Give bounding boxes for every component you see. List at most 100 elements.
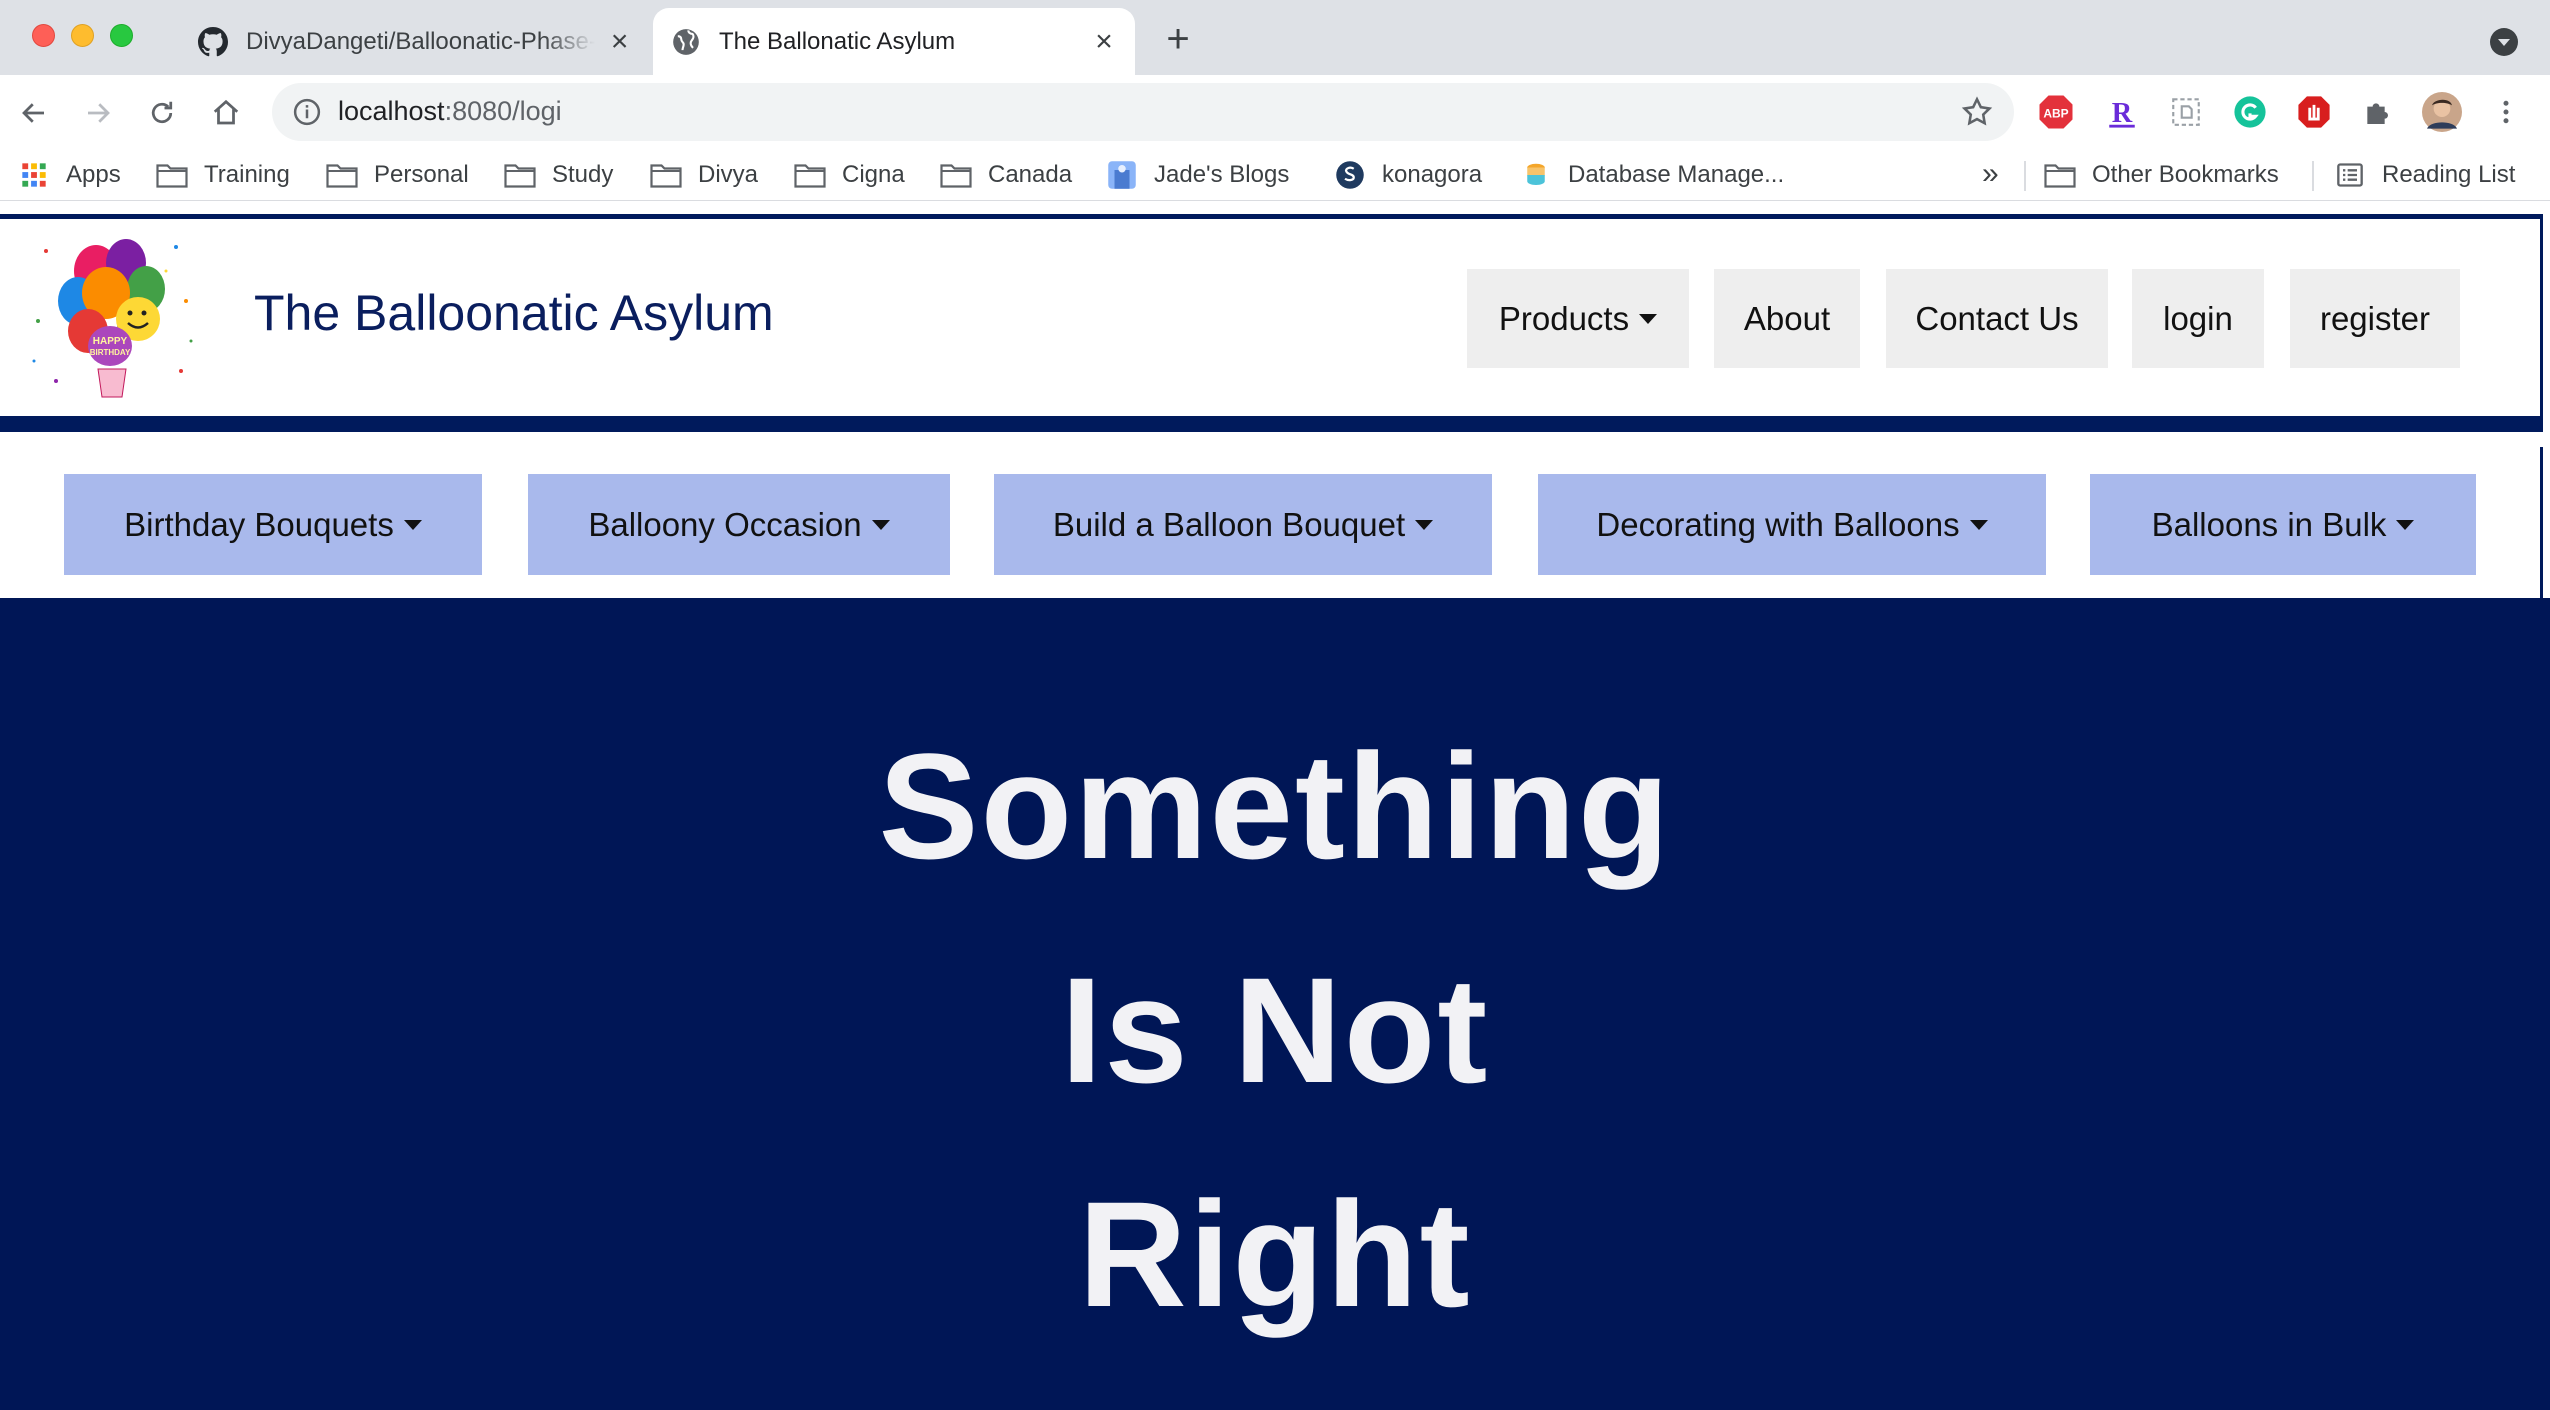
category-nav: Birthday Bouquets Balloony Occasion Buil… (0, 447, 2543, 600)
adblock-plus-icon[interactable]: ABP (2036, 92, 2076, 132)
bookmarks-overflow-chevron[interactable]: » (1982, 157, 1999, 191)
tab-github[interactable]: DivyaDangeti/Balloonatic-Phase-2 × (180, 8, 650, 75)
reading-list-button[interactable]: Reading List (2334, 159, 2515, 191)
products-dropdown-button[interactable]: Products (1467, 269, 1689, 368)
reload-icon[interactable] (142, 93, 182, 133)
bookmark-apps[interactable]: Apps (18, 159, 121, 191)
site-title[interactable]: The Balloonatic Asylum (254, 284, 774, 342)
login-label: login (2163, 299, 2233, 337)
url-path: :8080/logi (444, 96, 562, 126)
tab-search-chevron-icon[interactable] (2490, 28, 2518, 56)
forward-arrow-icon[interactable] (78, 93, 118, 133)
bookmark-other-bookmarks[interactable]: Other Bookmarks (2044, 159, 2279, 191)
folder-icon (2044, 161, 2076, 189)
error-heading-line-1: Something (878, 722, 1672, 890)
error-heading-line-3: Right (1078, 1170, 1472, 1338)
tab-ballonatic[interactable]: The Ballonatic Asylum × (653, 8, 1135, 75)
svg-text:BIRTHDAY: BIRTHDAY (90, 348, 131, 357)
bookmark-database-manage[interactable]: Database Manage... (1520, 159, 1784, 191)
folder-icon (326, 161, 358, 189)
screenshot-extension-icon[interactable] (2166, 92, 2206, 132)
site-info-icon[interactable] (292, 97, 322, 127)
tab-title: DivyaDangeti/Balloonatic-Phase-2 (246, 27, 596, 55)
bookmark-label: Jade's Blogs (1154, 161, 1290, 188)
category-label: Build a Balloon Bouquet (1052, 505, 1406, 543)
category-decorating-with-balloons[interactable]: Decorating with Balloons (1538, 474, 2046, 575)
products-label: Products (1498, 299, 1630, 337)
register-label: register (2319, 299, 2431, 337)
bookmark-label: Apps (66, 161, 121, 188)
page-viewport: HAPPY BIRTHDAY The Balloonatic Asylum Pr… (0, 202, 2550, 1410)
category-label: Birthday Bouquets (124, 505, 394, 543)
balloon-bouquet-logo[interactable]: HAPPY BIRTHDAY (26, 231, 198, 403)
browser-toolbar: localhost:8080/logi ABP R (0, 75, 2550, 149)
bookmark-folder-divya[interactable]: Divya (650, 159, 758, 191)
database-icon (1520, 161, 1552, 189)
caret-down-icon (2396, 519, 2415, 530)
bookmark-star-icon[interactable] (1960, 95, 1994, 129)
caret-down-icon (1415, 519, 1434, 530)
category-label: Balloony Occasion (588, 505, 862, 543)
folder-icon (156, 161, 188, 189)
bookmark-folder-cigna[interactable]: Cigna (794, 159, 905, 191)
bookmark-label: konagora (1382, 161, 1483, 188)
window-zoom-button[interactable] (110, 24, 133, 47)
caret-down-icon (1639, 313, 1658, 324)
url-host: localhost (338, 96, 445, 126)
caret-down-icon (403, 519, 422, 530)
contact-label: Contact Us (1915, 299, 2079, 337)
github-icon (198, 26, 228, 57)
bookmarks-divider (2312, 161, 2314, 191)
stop-extension-icon[interactable] (2294, 92, 2334, 132)
globe-icon (671, 27, 701, 57)
bookmark-label: Divya (698, 161, 759, 188)
category-birthday-bouquets[interactable]: Birthday Bouquets (64, 474, 482, 575)
caret-down-icon (871, 519, 890, 530)
tab-close-icon[interactable]: × (605, 25, 634, 58)
profile-avatar[interactable] (2422, 92, 2462, 132)
caret-down-icon (1969, 519, 1988, 530)
grammarly-icon[interactable] (2230, 92, 2270, 132)
new-tab-plus-icon[interactable]: + (1160, 19, 1196, 59)
address-url[interactable]: localhost:8080/logi (338, 96, 562, 127)
bookmark-folder-training[interactable]: Training (156, 159, 290, 191)
svg-text:HAPPY: HAPPY (93, 336, 128, 347)
bookmark-label: Training (204, 161, 290, 188)
window-minimize-button[interactable] (71, 24, 94, 47)
kebab-menu-icon[interactable] (2486, 92, 2526, 132)
category-balloony-occasion[interactable]: Balloony Occasion (528, 474, 950, 575)
category-build-a-balloon-bouquet[interactable]: Build a Balloon Bouquet (994, 474, 1492, 575)
window-close-button[interactable] (32, 24, 55, 47)
svg-text:ABP: ABP (2043, 106, 2068, 120)
home-icon[interactable] (206, 93, 246, 133)
error-hero: Something Is Not Right (0, 598, 2550, 1410)
category-balloons-in-bulk[interactable]: Balloons in Bulk (2090, 474, 2476, 575)
contact-us-link[interactable]: Contact Us (1886, 269, 2108, 368)
error-heading-line-2: Is Not (1060, 946, 1490, 1114)
bookmarks-bar: Apps Training Personal Study Divya Cigna… (0, 149, 2550, 201)
folder-icon (504, 161, 536, 189)
back-arrow-icon[interactable] (14, 93, 54, 133)
folder-icon (794, 161, 826, 189)
bookmark-folder-study[interactable]: Study (504, 159, 613, 191)
bookmark-folder-canada[interactable]: Canada (940, 159, 1072, 191)
reading-list-icon (2334, 161, 2366, 189)
tab-close-icon[interactable]: × (1089, 25, 1119, 58)
about-link[interactable]: About (1714, 269, 1860, 368)
login-link[interactable]: login (2132, 269, 2264, 368)
bookmark-jades-blogs[interactable]: Jade's Blogs (1106, 159, 1289, 191)
browser-tabstrip: DivyaDangeti/Balloonatic-Phase-2 × The B… (0, 0, 2550, 75)
bookmark-folder-personal[interactable]: Personal (326, 159, 469, 191)
r-extension-icon[interactable]: R (2102, 92, 2142, 132)
konagora-icon (1334, 161, 1366, 189)
folder-icon (940, 161, 972, 189)
category-label: Balloons in Bulk (2151, 505, 2387, 543)
register-link[interactable]: register (2290, 269, 2460, 368)
reading-list-label: Reading List (2382, 161, 2516, 188)
category-label: Decorating with Balloons (1596, 505, 1960, 543)
svg-text:R: R (2112, 98, 2133, 129)
address-bar[interactable]: localhost:8080/logi (272, 83, 2014, 141)
about-label: About (1743, 299, 1831, 337)
puzzle-icon[interactable] (2358, 92, 2398, 132)
bookmark-konagora[interactable]: konagora (1334, 159, 1482, 191)
